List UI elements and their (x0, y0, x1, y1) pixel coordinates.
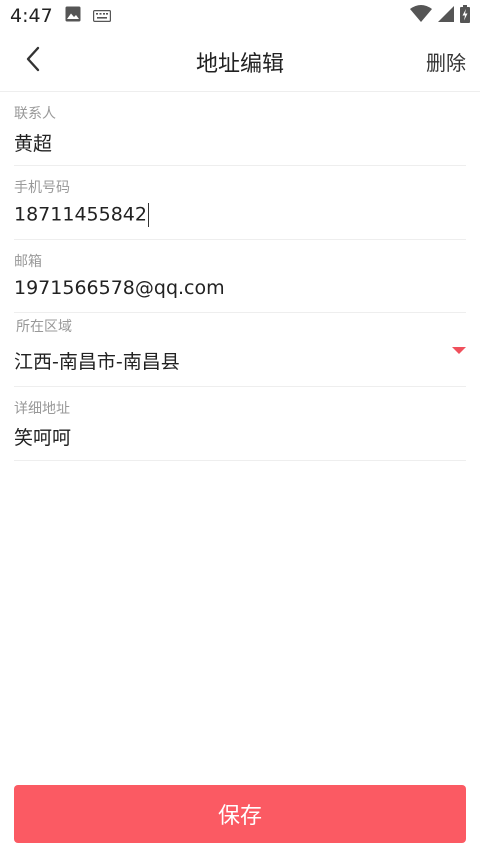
address-label: 详细地址 (14, 401, 70, 417)
contact-field[interactable]: 联系人 黄超 (14, 92, 466, 166)
status-right (410, 5, 470, 27)
contact-input[interactable]: 黄超 (14, 129, 52, 156)
battery-charging-icon (460, 5, 470, 27)
dropdown-arrow-icon[interactable] (452, 347, 466, 354)
delete-button[interactable]: 删除 (426, 47, 466, 76)
image-icon (65, 6, 81, 26)
phone-input[interactable]: 18711455842 (14, 203, 149, 227)
region-field[interactable]: 所在区域 江西-南昌市-南昌县 (14, 313, 466, 387)
address-form: 联系人 黄超 手机号码 18711455842 邮箱 1971566578@qq… (0, 92, 480, 461)
header: 地址编辑 删除 (0, 32, 480, 92)
email-field[interactable]: 邮箱 1971566578@qq.com (14, 240, 466, 313)
address-field[interactable]: 详细地址 笑呵呵 (14, 387, 466, 461)
email-input[interactable]: 1971566578@qq.com (14, 277, 225, 299)
phone-value: 18711455842 (14, 203, 147, 226)
phone-field[interactable]: 手机号码 18711455842 (14, 166, 466, 240)
save-button[interactable]: 保存 (14, 785, 466, 843)
region-select[interactable]: 江西-南昌市-南昌县 (14, 347, 180, 374)
signal-icon (438, 6, 454, 26)
status-time: 4:47 (10, 5, 53, 27)
status-left: 4:47 (10, 5, 111, 27)
email-label: 邮箱 (14, 254, 42, 270)
wifi-icon (410, 5, 432, 27)
keyboard-icon (92, 7, 111, 26)
save-button-label: 保存 (217, 804, 262, 829)
page-title: 地址编辑 (195, 52, 284, 77)
phone-label: 手机号码 (14, 180, 70, 196)
status-bar: 4:47 (0, 0, 480, 32)
contact-label: 联系人 (14, 106, 56, 122)
text-cursor (147, 203, 149, 227)
region-label: 所在区域 (16, 319, 72, 335)
address-input[interactable]: 笑呵呵 (14, 423, 71, 450)
